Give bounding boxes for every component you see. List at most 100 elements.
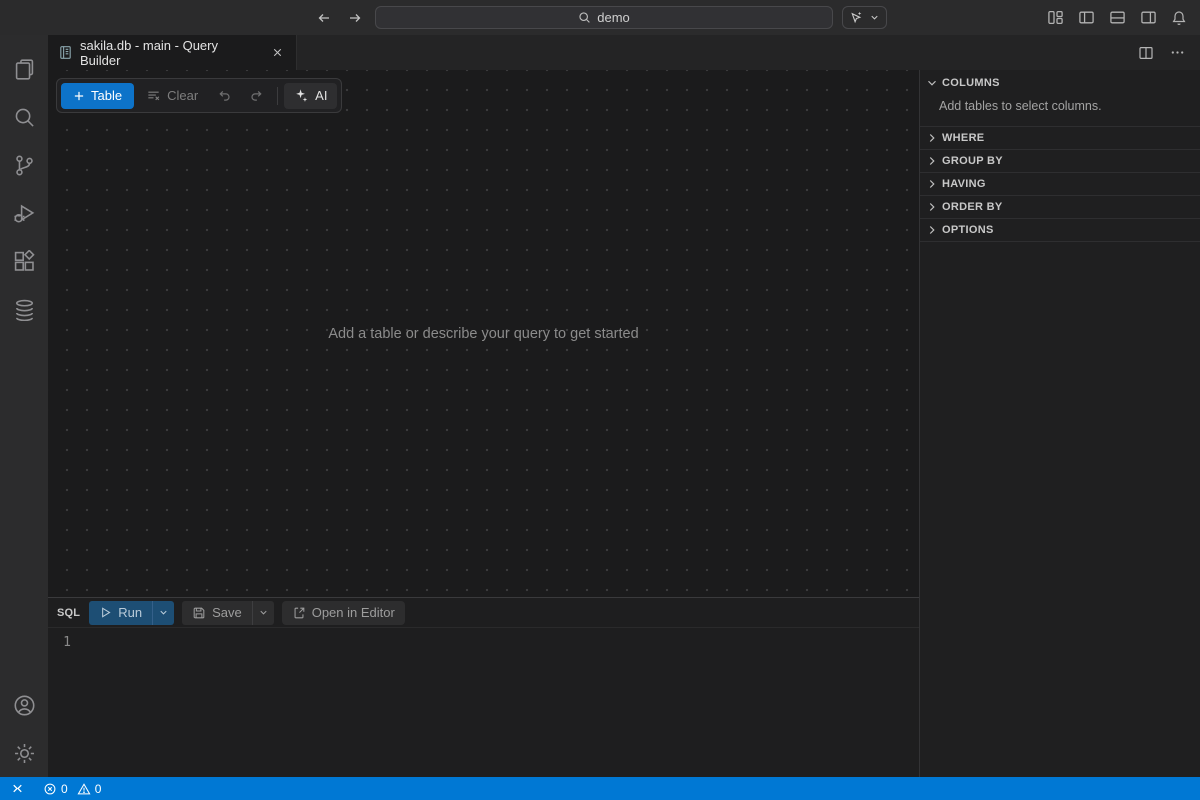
open-file-icon: [292, 606, 306, 620]
tab-label: sakila.db - main - Query Builder: [80, 38, 261, 68]
run-button[interactable]: Run: [89, 601, 152, 625]
forward-icon[interactable]: [344, 7, 366, 29]
search-icon: [578, 11, 591, 24]
more-actions-icon[interactable]: [1170, 45, 1185, 60]
section-where[interactable]: WHERE: [920, 126, 1200, 149]
warning-icon: [77, 782, 91, 796]
canvas-empty-message: Add a table or describe your query to ge…: [328, 326, 638, 342]
activity-bar-item-extensions[interactable]: [0, 237, 48, 285]
open-in-editor-button[interactable]: Open in Editor: [282, 601, 405, 625]
line-number: 1: [48, 635, 86, 650]
activity-bar-item-debug[interactable]: [0, 189, 48, 237]
problems-indicator[interactable]: 0 0: [35, 777, 114, 800]
debug-icon: [13, 202, 36, 225]
query-builder-file-icon: [58, 45, 73, 60]
chevron-right-icon: [925, 131, 939, 145]
sparkle-icon: [294, 88, 309, 103]
section-where-label: WHERE: [942, 132, 984, 144]
plus-icon: [73, 90, 85, 102]
status-bar: 0 0: [0, 777, 1200, 800]
remote-icon: [10, 781, 25, 796]
app-window: demo: [0, 0, 1200, 800]
undo-icon[interactable]: [210, 83, 239, 109]
save-label: Save: [212, 605, 242, 620]
open-in-editor-label: Open in Editor: [312, 605, 395, 620]
run-options-chevron[interactable]: [152, 601, 174, 625]
play-icon: [99, 606, 112, 619]
chevron-down-icon: [869, 12, 880, 23]
section-order-by[interactable]: ORDER BY: [920, 195, 1200, 218]
tab-query-builder[interactable]: sakila.db - main - Query Builder: [48, 35, 297, 70]
section-options-label: OPTIONS: [942, 224, 994, 236]
section-order-by-label: ORDER BY: [942, 201, 1002, 213]
copilot-button[interactable]: [842, 6, 887, 29]
sql-label: SQL: [57, 607, 80, 619]
toggle-primary-sidebar-icon[interactable]: [1075, 7, 1097, 29]
sql-panel: SQL Run: [48, 597, 919, 777]
chevron-down-icon: [925, 76, 939, 90]
ai-label: AI: [315, 88, 327, 103]
extensions-icon: [13, 250, 36, 273]
activity-bar-item-settings[interactable]: [0, 729, 48, 777]
section-having[interactable]: HAVING: [920, 172, 1200, 195]
chevron-right-icon: [925, 154, 939, 168]
section-columns[interactable]: COLUMNS: [920, 70, 1200, 96]
section-having-label: HAVING: [942, 178, 986, 190]
customize-layout-icon[interactable]: [1044, 7, 1066, 29]
clear-all-icon: [146, 88, 161, 103]
activity-bar-item-account[interactable]: [0, 681, 48, 729]
query-builder-toolbar: Table Clear: [56, 78, 342, 113]
save-button[interactable]: Save: [182, 601, 252, 625]
bell-icon[interactable]: [1168, 7, 1190, 29]
toggle-panel-icon[interactable]: [1106, 7, 1128, 29]
section-group-by[interactable]: GROUP BY: [920, 149, 1200, 172]
activity-bar-item-explorer[interactable]: [0, 45, 48, 93]
command-center-search[interactable]: demo: [375, 6, 833, 29]
split-editor-icon[interactable]: [1138, 45, 1154, 61]
save-icon: [192, 606, 206, 620]
error-icon: [43, 782, 57, 796]
close-icon[interactable]: [268, 44, 286, 62]
toggle-secondary-sidebar-icon[interactable]: [1137, 7, 1159, 29]
title-bar: demo: [0, 0, 1200, 35]
columns-hint: Add tables to select columns.: [920, 96, 1200, 126]
clear-label: Clear: [167, 88, 198, 103]
query-builder-sidebar: COLUMNS Add tables to select columns. WH…: [919, 70, 1200, 777]
remote-indicator[interactable]: [0, 777, 35, 800]
activity-bar-item-database[interactable]: [0, 285, 48, 333]
query-builder-canvas[interactable]: Table Clear: [48, 70, 919, 597]
section-options[interactable]: OPTIONS: [920, 218, 1200, 242]
copilot-icon: [849, 10, 864, 25]
tab-bar: sakila.db - main - Query Builder: [48, 35, 1200, 70]
section-columns-label: COLUMNS: [942, 77, 1000, 89]
redo-icon[interactable]: [242, 83, 271, 109]
back-icon[interactable]: [313, 7, 335, 29]
chevron-right-icon: [925, 200, 939, 214]
sidebar-header-actions: [1138, 35, 1200, 70]
run-split-button: Run: [89, 601, 174, 625]
save-split-button: Save: [182, 601, 274, 625]
activity-bar-item-source-control[interactable]: [0, 141, 48, 189]
toolbar-divider: [277, 87, 278, 105]
activity-bar-item-search[interactable]: [0, 93, 48, 141]
clear-button[interactable]: Clear: [137, 83, 207, 109]
search-icon: [13, 106, 36, 129]
account-icon: [13, 694, 36, 717]
search-value: demo: [597, 10, 630, 25]
gear-icon: [13, 742, 36, 765]
section-group-by-label: GROUP BY: [942, 155, 1003, 167]
add-table-label: Table: [91, 88, 122, 103]
warning-count: 0: [95, 782, 102, 796]
files-icon: [13, 58, 36, 81]
chevron-right-icon: [925, 177, 939, 191]
run-label: Run: [118, 605, 142, 620]
database-icon: [13, 298, 36, 321]
sql-editor[interactable]: 1: [48, 628, 919, 777]
activity-bar: [0, 35, 48, 777]
chevron-right-icon: [925, 223, 939, 237]
ai-button[interactable]: AI: [284, 83, 337, 109]
add-table-button[interactable]: Table: [61, 83, 134, 109]
source-control-icon: [13, 154, 36, 177]
sql-panel-header: SQL Run: [48, 598, 919, 628]
save-options-chevron[interactable]: [252, 601, 274, 625]
